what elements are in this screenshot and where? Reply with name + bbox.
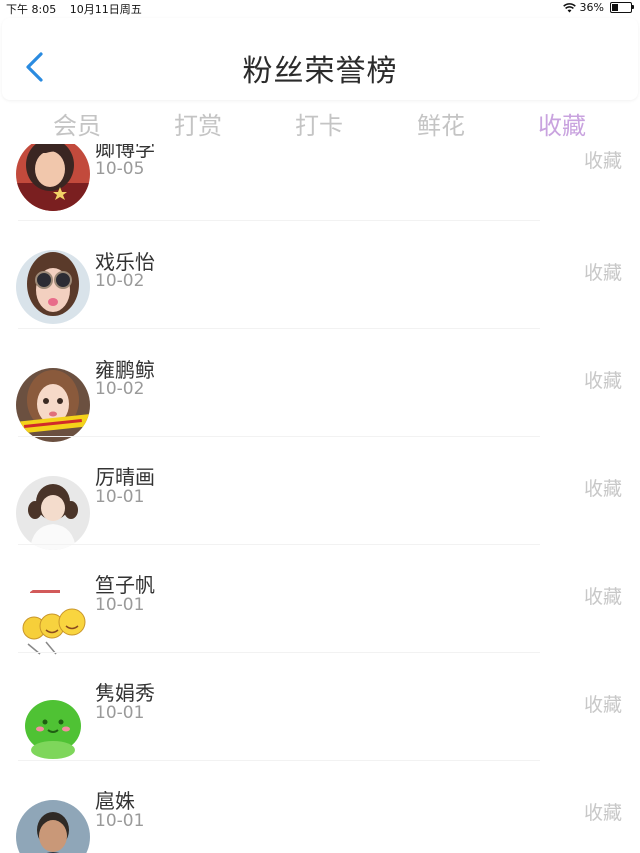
- favorite-label: 收藏: [583, 694, 622, 716]
- list-item[interactable]: 厉晴画 10-01 收藏: [0, 436, 640, 550]
- man-portrait-avatar-image: [16, 800, 90, 853]
- status-date: 10月11日周五: [69, 3, 142, 16]
- status-bar: 下午 8:05 10月11日周五 36%: [0, 0, 640, 16]
- tab-favorites[interactable]: 收藏: [507, 106, 617, 141]
- avatar: [16, 368, 90, 442]
- tab-checkin[interactable]: 打卡: [264, 106, 374, 141]
- fan-date: 10-01: [95, 811, 145, 831]
- favorite-label: 收藏: [583, 262, 622, 284]
- list-item[interactable]: 戏乐怡 10-02 收藏: [0, 220, 640, 328]
- list-item[interactable]: 雍鹏鲸 10-02 收藏: [0, 328, 640, 442]
- avatar: [16, 250, 90, 324]
- favorite-label: 收藏: [583, 150, 622, 172]
- divider: [18, 760, 540, 761]
- divider: [18, 328, 540, 329]
- girl-pigtails-avatar-image: [16, 476, 90, 550]
- page-title: 粉丝荣誉榜: [242, 54, 398, 89]
- avatar: [16, 800, 90, 853]
- divider: [18, 436, 540, 437]
- girl-banner-avatar-image: [16, 368, 90, 442]
- status-time: 下午 8:05: [6, 3, 57, 16]
- fan-name: 厉晴画: [95, 465, 155, 489]
- favorite-label: 收藏: [583, 478, 622, 500]
- tab-members[interactable]: 会员: [22, 106, 132, 141]
- emoji-faces-avatar-image: [16, 584, 90, 658]
- fan-date: 10-01: [95, 487, 145, 507]
- fan-date: 10-01: [95, 703, 145, 723]
- green-bean-cartoon-avatar-image: [16, 692, 90, 766]
- fan-name: 笪子帆: [95, 573, 155, 597]
- tab-bar: 会员 打赏 打卡 鲜花 收藏: [0, 100, 640, 144]
- tab-tips[interactable]: 打赏: [143, 106, 253, 141]
- favorite-label: 收藏: [583, 802, 622, 824]
- tab-flowers[interactable]: 鲜花: [386, 106, 496, 141]
- battery-fill: [612, 4, 618, 11]
- fan-name: 扈姝: [95, 789, 135, 813]
- fan-date: 10-01: [95, 595, 145, 615]
- girl-portrait-avatar-image: [16, 144, 90, 211]
- battery-percent: 36%: [579, 1, 604, 14]
- wifi-icon: [562, 2, 576, 12]
- avatar: [16, 144, 90, 211]
- favorite-label: 收藏: [583, 370, 622, 392]
- list-item[interactable]: 隽娟秀 10-01 收藏: [0, 652, 640, 766]
- nav-header: 粉丝荣誉榜: [2, 18, 638, 100]
- favorite-label: 收藏: [583, 586, 622, 608]
- divider: [18, 220, 540, 221]
- battery-icon: [610, 2, 634, 13]
- list-item[interactable]: 扈姝 10-01 收藏: [0, 760, 640, 853]
- fan-date: 10-02: [95, 379, 145, 399]
- avatar: [16, 476, 90, 550]
- fan-list: 卿博学 10-05 收藏 戏乐怡 10-02 收藏 雍鹏鲸 10-02 收藏 厉…: [0, 144, 640, 853]
- fan-date: 10-02: [95, 271, 145, 291]
- list-item[interactable]: 笪子帆 10-01 收藏: [0, 544, 640, 658]
- girl-sunglasses-avatar-image: [16, 250, 90, 324]
- list-item[interactable]: 卿博学 10-05 收藏: [0, 144, 640, 220]
- fan-name: 隽娟秀: [95, 681, 155, 705]
- divider: [18, 544, 540, 545]
- divider: [18, 652, 540, 653]
- fan-date: 10-05: [95, 159, 145, 179]
- avatar: [16, 692, 90, 766]
- avatar: [16, 584, 90, 658]
